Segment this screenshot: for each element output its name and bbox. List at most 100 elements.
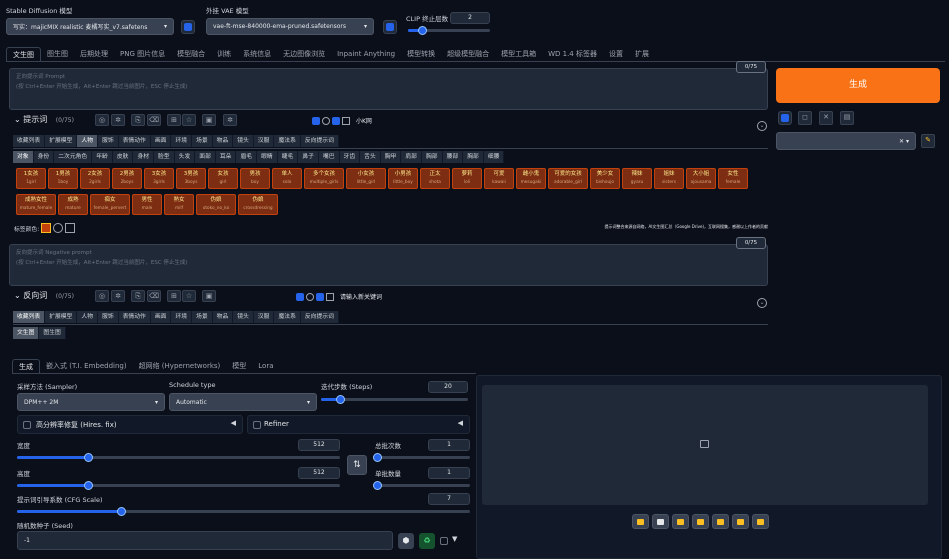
generation-tab-4[interactable]: Lora: [252, 359, 279, 373]
random-seed-button[interactable]: ⬢: [398, 533, 414, 549]
paste-button[interactable]: ◻: [798, 111, 812, 125]
clock-icon[interactable]: [322, 116, 330, 125]
negative-subcategory-1[interactable]: 图生图: [39, 327, 66, 339]
checkbox-icon[interactable]: [312, 116, 320, 125]
subcategory-tab-14[interactable]: 嘴巴: [318, 151, 340, 163]
square-icon[interactable]: [326, 292, 334, 301]
generation-tab-3[interactable]: 模型: [226, 359, 252, 373]
more-button[interactable]: ✲: [223, 114, 237, 126]
main-tab-8[interactable]: Inpaint Anything: [331, 47, 401, 61]
batch-size-knob[interactable]: [372, 481, 382, 490]
tag-button[interactable]: 男孩 boy: [240, 168, 270, 189]
main-tab-4[interactable]: 模型融合: [171, 47, 211, 61]
category-tab-1[interactable]: 扩展模型: [45, 135, 78, 147]
subcategory-tab-20[interactable]: 腰部: [442, 151, 464, 163]
neg-copy-button[interactable]: ⎘: [131, 290, 145, 302]
category-tab-11[interactable]: 魔法系: [274, 311, 301, 323]
batch-size-slider[interactable]: [372, 481, 470, 490]
favorite-button[interactable]: ☆: [182, 114, 196, 126]
tag-button[interactable]: 男性 male: [132, 194, 162, 215]
neg-globe-button[interactable]: ◎: [95, 290, 109, 302]
subcategory-tab-11[interactable]: 眼睛: [257, 151, 278, 163]
main-tab-0[interactable]: 文生图: [6, 47, 41, 61]
width-input[interactable]: 512: [298, 439, 340, 451]
main-tab-6[interactable]: 系统信息: [237, 47, 277, 61]
copy-button[interactable]: ⎘: [131, 114, 145, 126]
subcategory-tab-1[interactable]: 身份: [33, 151, 55, 163]
tag-button[interactable]: 伪娘 otoko_no_ko: [196, 194, 236, 215]
batch-count-slider[interactable]: [372, 453, 470, 462]
main-tab-14[interactable]: 扩展: [629, 47, 655, 61]
main-tab-7[interactable]: 无边图像浏览: [277, 47, 331, 61]
tag-button[interactable]: 成熟 mature: [58, 194, 88, 215]
subcategory-tab-2[interactable]: 二次元角色: [54, 151, 93, 163]
delete-button[interactable]: ⌫: [147, 114, 161, 126]
category-tab-11[interactable]: 魔法系: [274, 135, 301, 147]
clip-knob[interactable]: [417, 26, 427, 35]
vae-dropdown[interactable]: vae-ft-mse-840000-ema-pruned.safetensors…: [206, 18, 374, 35]
main-tab-2[interactable]: 后期处理: [74, 47, 114, 61]
category-tab-10[interactable]: 汉服: [253, 135, 275, 147]
subcategory-tab-16[interactable]: 舌头: [360, 151, 381, 163]
subcategory-tab-7[interactable]: 头发: [174, 151, 196, 163]
sampler-dropdown[interactable]: DPM++ 2M ▾: [17, 393, 165, 411]
cfg-input[interactable]: 7: [428, 493, 470, 505]
main-tab-12[interactable]: WD 1.4 标签器: [542, 47, 603, 61]
category-tab-2[interactable]: 人物: [77, 135, 99, 147]
main-tab-13[interactable]: 设置: [603, 47, 629, 61]
category-tab-2[interactable]: 人物: [77, 311, 99, 323]
category-tab-9[interactable]: 镜头: [233, 311, 254, 323]
hires-fix-accordion[interactable]: 高分辨率修复 (Hires. fix) ◀: [17, 415, 243, 434]
tag-button[interactable]: 辣妹 gyaru: [622, 168, 652, 189]
reuse-seed-button[interactable]: ♻: [419, 533, 435, 549]
sparkle-button[interactable]: [752, 514, 769, 529]
subcategory-tab-21[interactable]: 胸部: [463, 151, 484, 163]
tag-button[interactable]: 1女孩 1girl: [16, 168, 46, 189]
tag-button[interactable]: 小男孩 little_boy: [388, 168, 418, 189]
prompt-textarea[interactable]: 正向提示词 Prompt (按 Ctrl+Enter 开始生成，Alt+Ente…: [9, 68, 768, 110]
main-tab-3[interactable]: PNG 图片信息: [114, 47, 171, 61]
open-folder-button[interactable]: [632, 514, 649, 529]
main-tab-5[interactable]: 训练: [211, 47, 237, 61]
tag-button[interactable]: 萝莉 loli: [452, 168, 482, 189]
height-slider[interactable]: [17, 481, 340, 490]
square-icon[interactable]: [342, 116, 350, 125]
refiner-accordion[interactable]: Refiner ◀: [247, 415, 470, 434]
subcategory-tab-13[interactable]: 鼻子: [298, 151, 319, 163]
cfg-slider[interactable]: [17, 507, 470, 516]
chevron-down-icon[interactable]: ⌄: [14, 115, 21, 124]
subcategory-tab-22[interactable]: 细腰: [483, 151, 505, 163]
globe-button[interactable]: ◎: [95, 114, 109, 126]
checkbox-icon[interactable]: [296, 292, 304, 301]
tag-button[interactable]: 雌小鬼 mesugaki: [516, 168, 546, 189]
clear-styles-icon[interactable]: ✕ ▾: [899, 138, 909, 145]
steps-input[interactable]: 20: [428, 381, 468, 393]
subcategory-tab-6[interactable]: 脸型: [154, 151, 175, 163]
send-extras-button[interactable]: [732, 514, 749, 529]
clock-icon[interactable]: [306, 292, 314, 301]
tag-button[interactable]: 1男孩 1boy: [48, 168, 78, 189]
refiner-checkbox[interactable]: [253, 421, 261, 429]
width-knob[interactable]: [84, 453, 94, 462]
refresh-vae-button[interactable]: [383, 20, 397, 34]
batch-count-input[interactable]: 1: [428, 439, 470, 451]
caret-down-icon[interactable]: ▼: [452, 535, 457, 543]
tag-button[interactable]: 熟女 milf: [164, 194, 194, 215]
tag-button[interactable]: 2女孩 2girls: [80, 168, 110, 189]
category-tab-3[interactable]: 服饰: [98, 135, 119, 147]
main-tab-1[interactable]: 图生图: [41, 47, 74, 61]
refresh-model-button[interactable]: [181, 20, 195, 34]
subcategory-tab-17[interactable]: 胸甲: [380, 151, 402, 163]
generation-tab-0[interactable]: 生成: [12, 359, 40, 373]
negative-prompt-textarea[interactable]: 反向提示词 Negative prompt (按 Ctrl+Enter 开始生成…: [9, 244, 768, 286]
tag-button[interactable]: 美少女 bishoujo: [590, 168, 620, 189]
hires-checkbox[interactable]: [23, 421, 31, 429]
seed-input[interactable]: -1: [17, 531, 393, 550]
tag-button[interactable]: 成熟女性 mature_female: [16, 194, 56, 215]
subcategory-tab-4[interactable]: 皮肤: [112, 151, 134, 163]
width-slider[interactable]: [17, 453, 340, 462]
clear-button[interactable]: ✕: [819, 111, 833, 125]
cfg-knob[interactable]: [117, 507, 127, 516]
category-tab-0[interactable]: 收藏列表: [13, 311, 46, 323]
category-tab-12[interactable]: 反向提示词: [300, 311, 339, 323]
